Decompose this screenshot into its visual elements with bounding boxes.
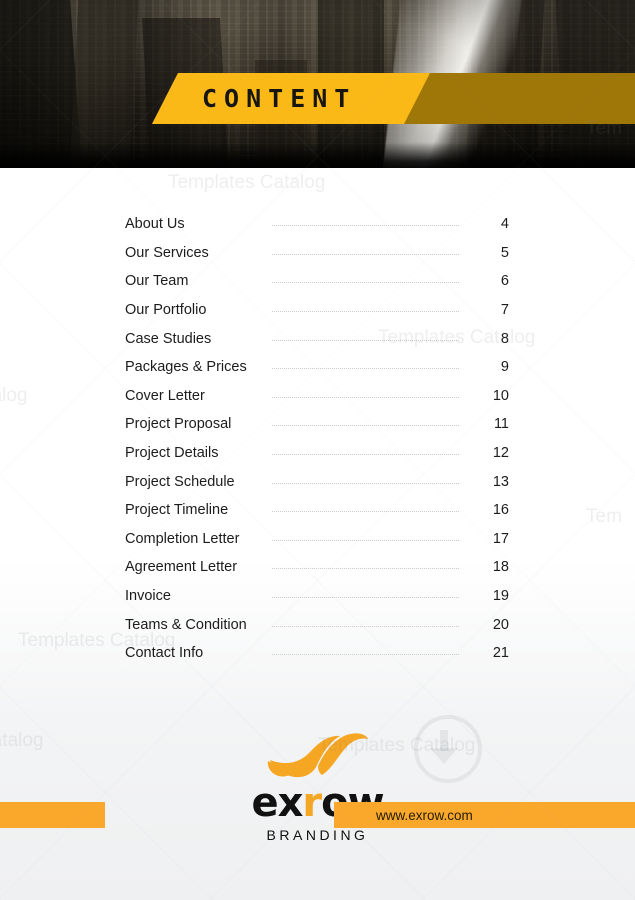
toc-entry-project-timeline[interactable]: Project Timeline 16 bbox=[125, 496, 509, 525]
toc-entry-page: 5 bbox=[500, 244, 509, 261]
toc-entry-page: 10 bbox=[492, 387, 509, 404]
toc-entry-page: 11 bbox=[493, 416, 509, 433]
toc-leader-dots bbox=[272, 253, 459, 255]
toc-entry-case-studies[interactable]: Case Studies 8 bbox=[125, 324, 509, 353]
toc-entry-label: Project Proposal bbox=[125, 416, 232, 433]
toc-entry-label: Cover Letter bbox=[125, 387, 205, 404]
page-title: CONTENT bbox=[202, 84, 357, 113]
watermark-text: Tem bbox=[586, 506, 622, 527]
toc-entry-label: Invoice bbox=[125, 588, 171, 605]
toc-entry-label: Project Details bbox=[125, 445, 219, 462]
toc-entry-packages-prices[interactable]: Packages & Prices 9 bbox=[125, 353, 509, 382]
toc-entry-about-us[interactable]: About Us 4 bbox=[125, 210, 509, 239]
watermark-text: Catalog bbox=[0, 385, 28, 406]
toc-entry-label: Our Team bbox=[125, 273, 189, 290]
logo-word-part1: ex bbox=[251, 780, 303, 826]
toc-leader-dots bbox=[272, 281, 459, 284]
toc-entry-label: Teams & Condition bbox=[125, 616, 247, 633]
toc-leader-dots bbox=[272, 424, 459, 427]
toc-leader-dots bbox=[272, 367, 459, 370]
toc-leader-dots bbox=[272, 510, 459, 513]
toc-entry-label: Agreement Letter bbox=[125, 559, 238, 576]
toc-entry-label: Our Services bbox=[125, 244, 209, 261]
exrow-bird-mark-icon bbox=[267, 733, 368, 778]
table-of-contents: About Us 4 Our Services 5 Our Team 6 Our… bbox=[125, 210, 509, 668]
toc-entry-label: Project Schedule bbox=[125, 473, 235, 490]
toc-entry-label: Case Studies bbox=[125, 330, 212, 347]
toc-leader-dots bbox=[272, 224, 459, 227]
toc-entry-page: 18 bbox=[492, 559, 509, 576]
toc-entry-page: 4 bbox=[500, 216, 509, 233]
toc-entry-label: Contact Info bbox=[125, 645, 204, 662]
footer-bar-left bbox=[0, 802, 105, 828]
toc-entry-label: Our Portfolio bbox=[125, 302, 207, 319]
toc-entry-teams-condition[interactable]: Teams & Condition 20 bbox=[125, 610, 509, 639]
toc-entry-page: 17 bbox=[492, 530, 509, 547]
toc-entry-page: 20 bbox=[492, 616, 509, 633]
toc-entry-agreement-letter[interactable]: Agreement Letter 18 bbox=[125, 553, 509, 582]
watermark-text: Templates Catalog bbox=[168, 172, 326, 193]
toc-leader-dots bbox=[272, 539, 459, 541]
content-banner: CONTENT bbox=[0, 73, 635, 124]
toc-entry-label: About Us bbox=[125, 216, 185, 233]
website-url[interactable]: www.exrow.com bbox=[376, 808, 473, 823]
brochure-content-page: CONTENT About Us 4 Our Services 5 Our Te… bbox=[0, 0, 635, 900]
toc-leader-dots bbox=[272, 339, 459, 341]
toc-entry-project-proposal[interactable]: Project Proposal 11 bbox=[125, 410, 509, 439]
toc-entry-page: 6 bbox=[500, 273, 509, 290]
toc-leader-dots bbox=[272, 396, 459, 398]
toc-entry-page: 9 bbox=[500, 359, 509, 376]
toc-entry-label: Project Timeline bbox=[125, 502, 229, 519]
toc-entry-our-services[interactable]: Our Services 5 bbox=[125, 239, 509, 268]
toc-entry-label: Completion Letter bbox=[125, 530, 240, 547]
logo-tagline: BRANDING bbox=[266, 827, 369, 843]
toc-entry-page: 21 bbox=[492, 645, 509, 662]
toc-entry-completion-letter[interactable]: Completion Letter 17 bbox=[125, 525, 509, 554]
toc-leader-dots bbox=[272, 625, 459, 627]
toc-entry-page: 12 bbox=[492, 445, 509, 462]
footer-bar-right: www.exrow.com bbox=[334, 802, 635, 828]
hero-bottom-shadow bbox=[0, 142, 635, 168]
toc-leader-dots bbox=[272, 453, 459, 456]
toc-entry-our-portfolio[interactable]: Our Portfolio 7 bbox=[125, 296, 509, 325]
toc-leader-dots bbox=[272, 653, 459, 656]
toc-entry-page: 7 bbox=[500, 302, 509, 319]
toc-entry-page: 8 bbox=[500, 330, 509, 347]
logo-word-accent-r: r bbox=[302, 780, 322, 826]
toc-entry-page: 16 bbox=[492, 502, 509, 519]
toc-entry-label: Packages & Prices bbox=[125, 359, 247, 376]
toc-leader-dots bbox=[272, 482, 459, 484]
toc-leader-dots bbox=[272, 596, 459, 599]
toc-entry-contact-info[interactable]: Contact Info 21 bbox=[125, 639, 509, 668]
toc-leader-dots bbox=[272, 567, 459, 570]
toc-entry-our-team[interactable]: Our Team 6 bbox=[125, 267, 509, 296]
toc-entry-project-details[interactable]: Project Details 12 bbox=[125, 439, 509, 468]
toc-entry-invoice[interactable]: Invoice 19 bbox=[125, 582, 509, 611]
toc-leader-dots bbox=[272, 310, 459, 313]
toc-entry-project-schedule[interactable]: Project Schedule 13 bbox=[125, 467, 509, 496]
toc-entry-page: 19 bbox=[492, 588, 509, 605]
toc-entry-cover-letter[interactable]: Cover Letter 10 bbox=[125, 382, 509, 411]
toc-entry-page: 13 bbox=[492, 473, 509, 490]
